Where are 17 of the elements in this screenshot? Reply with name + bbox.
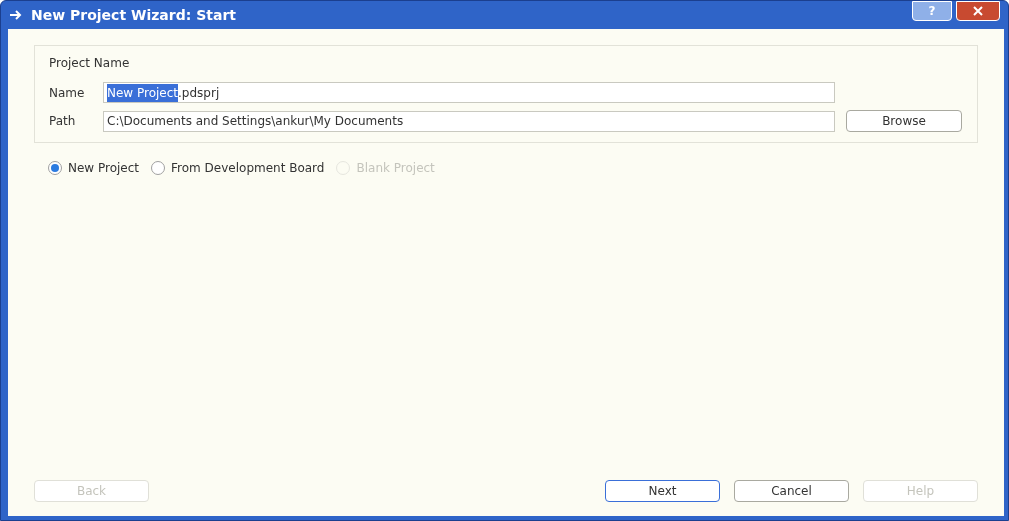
radio-label: New Project — [68, 160, 140, 177]
field-label: Name — [49, 84, 86, 102]
radio-label: Blank Project — [356, 160, 435, 177]
radio-button[interactable] — [151, 161, 166, 175]
text-field[interactable]: C:\Documents and Settings\ankur\My Documents — [103, 110, 835, 132]
dialog-button[interactable]: Next — [605, 480, 720, 502]
browse-button[interactable]: Browse — [846, 110, 962, 132]
close-icon — [973, 6, 983, 16]
radio-button[interactable] — [48, 161, 62, 175]
radio-label: From Development Board — [171, 160, 325, 177]
arrow-icon — [9, 10, 23, 20]
group-title: Project Name — [49, 55, 131, 72]
text-field[interactable]: New Project.pdsprj — [103, 82, 835, 103]
field-label: Path — [49, 113, 77, 130]
close-button[interactable] — [956, 1, 1000, 21]
dialog-button[interactable]: Cancel — [734, 480, 849, 502]
window-title: New Project Wizard: Start — [31, 5, 238, 25]
